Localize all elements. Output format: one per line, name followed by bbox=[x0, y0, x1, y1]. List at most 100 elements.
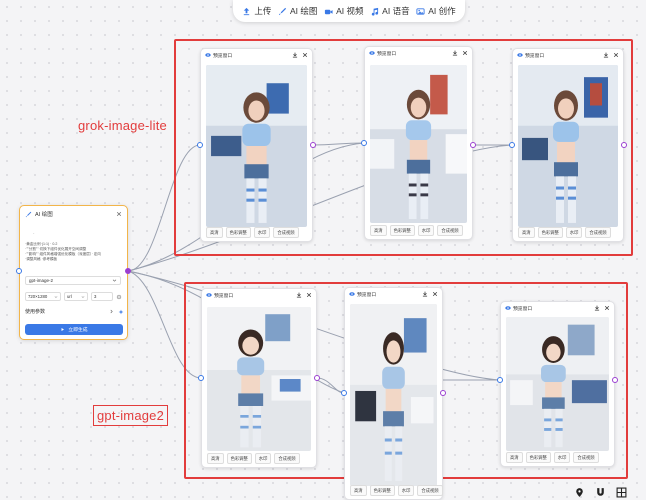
watermark-button[interactable]: 水印 bbox=[253, 227, 271, 238]
eye-icon bbox=[206, 293, 212, 297]
input-port[interactable] bbox=[198, 375, 204, 381]
count-input[interactable]: 3 bbox=[91, 292, 113, 301]
watermark-button[interactable]: 水印 bbox=[397, 485, 415, 496]
output-port[interactable] bbox=[612, 377, 618, 383]
settings-icon[interactable] bbox=[116, 294, 122, 300]
hd-button[interactable]: 高清 bbox=[518, 227, 535, 238]
chevron-right-icon bbox=[110, 309, 113, 314]
compose-video-button[interactable]: 合成视频 bbox=[417, 485, 443, 496]
watermark-button[interactable]: 水印 bbox=[565, 227, 583, 238]
card-header: 预览窗口 bbox=[201, 49, 312, 61]
node-output-port[interactable] bbox=[125, 268, 131, 274]
card-title: 预览窗口 bbox=[357, 292, 377, 298]
location-pin-icon[interactable] bbox=[574, 487, 585, 498]
close-icon[interactable] bbox=[306, 292, 312, 298]
download-icon[interactable] bbox=[603, 52, 609, 58]
chevron-down-icon bbox=[81, 295, 85, 298]
card-header: 预览窗口 bbox=[501, 302, 614, 314]
compose-video-button[interactable]: 合成视频 bbox=[585, 227, 611, 238]
preview-card[interactable]: 预览窗口 高清 色彩调整 水印 合成视频 bbox=[500, 301, 615, 467]
canvas-tools bbox=[568, 484, 646, 500]
color-adjust-button[interactable]: 色彩调整 bbox=[537, 227, 563, 238]
prompt-textarea[interactable]: · ·黄金比例·(1:1) · 0.2 ·""分割"" 切换下组件优化展开空间调… bbox=[25, 228, 123, 266]
close-icon[interactable] bbox=[116, 211, 122, 217]
color-adjust-button[interactable]: 色彩调整 bbox=[369, 485, 395, 496]
close-icon[interactable] bbox=[604, 305, 610, 311]
input-port[interactable] bbox=[497, 377, 503, 383]
color-adjust-button[interactable]: 色彩调整 bbox=[525, 452, 551, 463]
close-icon[interactable] bbox=[462, 50, 468, 56]
card-actions: 高清 色彩调整 水印 合成视频 bbox=[207, 453, 300, 464]
ratio-select[interactable]: url bbox=[64, 292, 88, 301]
hd-button[interactable]: 高清 bbox=[207, 453, 224, 464]
preview-card[interactable]: 预览窗口 高清 色彩调整 水印 合成视频 bbox=[364, 46, 473, 240]
preview-image bbox=[518, 65, 618, 227]
preview-image bbox=[370, 65, 467, 223]
download-icon[interactable] bbox=[422, 291, 428, 297]
magnet-icon[interactable] bbox=[595, 487, 606, 498]
size-select[interactable]: 720×1280 bbox=[25, 292, 61, 301]
grid-icon[interactable] bbox=[616, 487, 627, 498]
close-icon[interactable] bbox=[302, 52, 308, 58]
watermark-button[interactable]: 水印 bbox=[553, 452, 571, 463]
hd-button[interactable]: 高清 bbox=[370, 225, 387, 236]
card-title: 预览窗口 bbox=[513, 306, 533, 312]
eye-icon bbox=[517, 53, 523, 57]
close-icon[interactable] bbox=[432, 291, 438, 297]
preview-card[interactable]: 预览窗口 高清 色彩调整 水印 合成视频 bbox=[512, 48, 624, 242]
hd-button[interactable]: 高清 bbox=[206, 227, 223, 238]
download-icon[interactable] bbox=[452, 50, 458, 56]
input-port[interactable] bbox=[509, 142, 515, 148]
size-value: 720×1280 bbox=[28, 294, 48, 299]
card-actions: 高清 色彩调整 水印 合成视频 bbox=[518, 227, 611, 238]
color-adjust-button[interactable]: 色彩调整 bbox=[226, 453, 252, 464]
node-header: AI 绘图 bbox=[20, 206, 127, 222]
download-icon[interactable] bbox=[296, 292, 302, 298]
preview-image bbox=[506, 317, 609, 451]
input-port[interactable] bbox=[197, 142, 203, 148]
generate-button[interactable]: 立即生成 bbox=[25, 324, 123, 335]
download-icon[interactable] bbox=[594, 305, 600, 311]
model-select[interactable]: gpt-image-2 bbox=[25, 276, 121, 285]
ai-draw-node[interactable]: AI 绘图 · ·黄金比例·(1:1) · 0.2 ·""分割"" 切换下组件优… bbox=[19, 205, 128, 340]
watermark-button[interactable]: 水印 bbox=[417, 225, 435, 236]
card-header: 预览窗口 bbox=[202, 289, 316, 301]
compose-video-button[interactable]: 合成视频 bbox=[274, 453, 300, 464]
input-port[interactable] bbox=[361, 140, 367, 146]
output-port[interactable] bbox=[440, 390, 446, 396]
params-toggle[interactable]: 使用参数 bbox=[25, 308, 124, 315]
close-icon[interactable] bbox=[613, 52, 619, 58]
color-adjust-button[interactable]: 色彩调整 bbox=[389, 225, 415, 236]
params-label: 使用参数 bbox=[25, 309, 46, 315]
download-icon[interactable] bbox=[292, 52, 298, 58]
sparkle-icon[interactable] bbox=[118, 309, 124, 315]
output-port[interactable] bbox=[621, 142, 627, 148]
preview-card[interactable]: 预览窗口 高清 色彩调整 水印 合成视频 bbox=[200, 48, 313, 242]
node-input-port[interactable] bbox=[16, 268, 22, 274]
eye-icon bbox=[205, 53, 211, 57]
preview-image bbox=[350, 304, 437, 486]
prompt-line-0: · bbox=[33, 231, 35, 237]
chevron-down-icon bbox=[54, 295, 58, 298]
input-port[interactable] bbox=[341, 390, 347, 396]
prompt-line-4: ·调整风格 ·参考模板 bbox=[25, 257, 58, 261]
output-port[interactable] bbox=[310, 142, 316, 148]
node-title: AI 绘图 bbox=[35, 212, 53, 218]
watermark-button[interactable]: 水印 bbox=[254, 453, 272, 464]
compose-video-button[interactable]: 合成视频 bbox=[437, 225, 463, 236]
preview-card[interactable]: 预览窗口 高清 色彩调整 水印 合成视频 bbox=[344, 287, 443, 500]
hd-button[interactable]: 高清 bbox=[506, 452, 523, 463]
output-port[interactable] bbox=[314, 375, 320, 381]
hd-button[interactable]: 高清 bbox=[350, 485, 367, 496]
preview-card[interactable]: 预览窗口 高清 色彩调整 水印 合成视频 bbox=[201, 288, 317, 468]
color-adjust-button[interactable]: 色彩调整 bbox=[225, 227, 251, 238]
compose-video-button[interactable]: 合成视频 bbox=[573, 452, 599, 463]
card-title: 预览窗口 bbox=[525, 53, 545, 59]
card-header: 预览窗口 bbox=[513, 49, 623, 61]
eye-icon bbox=[505, 306, 511, 310]
compose-video-button[interactable]: 合成视频 bbox=[273, 227, 299, 238]
card-actions: 高清 色彩调整 水印 合成视频 bbox=[370, 225, 463, 236]
output-port[interactable] bbox=[470, 142, 476, 148]
preview-image bbox=[206, 65, 307, 227]
ratio-value: url bbox=[67, 294, 72, 299]
